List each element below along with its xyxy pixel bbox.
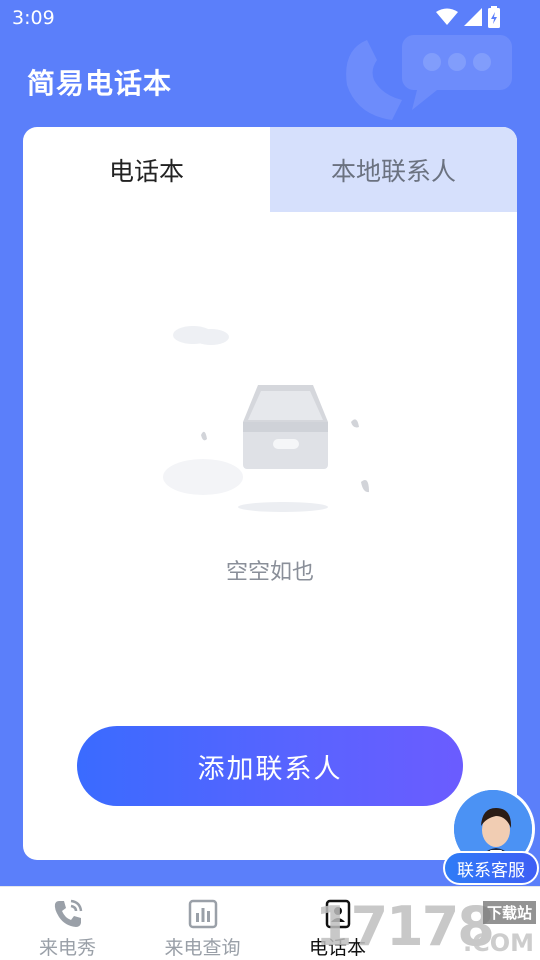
watermark: 17178 下载站 .COM: [315, 895, 540, 960]
nav-caller-lookup[interactable]: 来电查询: [135, 887, 270, 960]
nav-caller-lookup-label: 来电查询: [164, 937, 241, 959]
add-contact-button[interactable]: 添加联系人: [77, 726, 463, 806]
app-title: 简易电话本: [27, 67, 173, 100]
nav-call-show[interactable]: 来电秀: [0, 887, 135, 960]
empty-state-text: 空空如也: [225, 560, 314, 585]
tab-bar: 电话本 本地联系人: [23, 127, 517, 212]
customer-service-widget[interactable]: 联系客服: [443, 787, 539, 887]
status-icons: [436, 6, 500, 28]
watermark-badge: 下载站: [482, 901, 536, 924]
empty-box-illustration: [163, 326, 369, 512]
wifi-icon: [436, 8, 458, 25]
status-time: 3:09: [12, 7, 55, 29]
bar-chart-icon: [188, 899, 217, 929]
tab-local-contacts[interactable]: 本地联系人: [270, 127, 517, 212]
signal-icon: [464, 8, 482, 26]
watermark-suffix: .COM: [462, 929, 534, 957]
tab-phonebook[interactable]: 电话本: [23, 127, 270, 212]
customer-service-label: 联系客服: [443, 851, 539, 885]
contacts-card: 电话本 本地联系人 空空如也 添加联系人: [23, 127, 517, 860]
battery-icon: [488, 6, 500, 28]
nav-call-show-label: 来电秀: [38, 937, 96, 959]
phone-call-icon: [54, 899, 82, 927]
phone-chat-decoration: [346, 35, 512, 120]
